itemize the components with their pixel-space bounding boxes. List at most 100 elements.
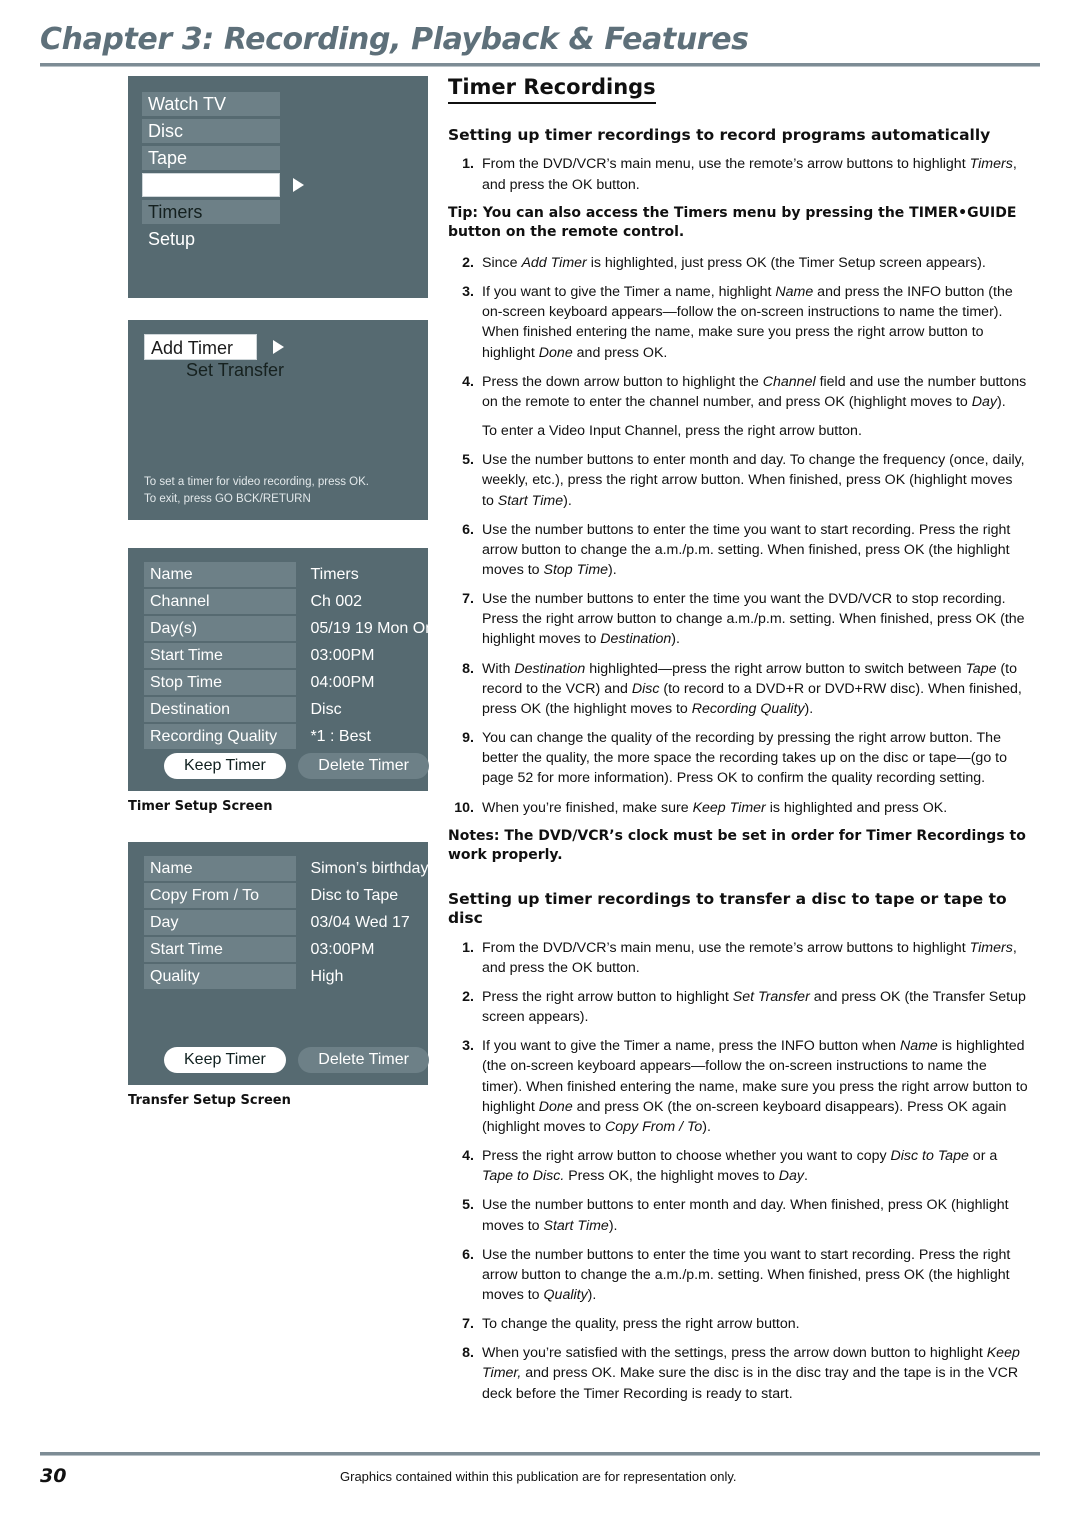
delete-timer-button[interactable]: Delete Timer <box>298 753 429 779</box>
timer-setup-buttons: Keep Timer Delete Timer <box>144 753 429 779</box>
osd-help-line-1: To set a timer for video recording, pres… <box>144 476 369 489</box>
menu-item-timers[interactable]: Timers <box>142 200 428 224</box>
steps-list-record-cont-2: 5. Use the number buttons to enter month… <box>448 450 1028 818</box>
step-number: 2. <box>462 988 474 1005</box>
clock-note: Notes: The DVD/VCR’s clock must be set i… <box>448 827 1026 864</box>
setup-row-label: Destination <box>144 697 296 722</box>
step-text: From the DVD/VCR’s main menu, use the re… <box>482 939 1017 976</box>
setup-row[interactable]: Day 03/04 Wed 17 <box>144 910 428 935</box>
step-item: 6. Use the number buttons to enter the t… <box>448 520 1028 580</box>
setup-row[interactable]: Destination Disc <box>144 697 428 722</box>
menu-item-setup[interactable]: Setup <box>142 227 428 251</box>
chevron-right-icon <box>293 178 305 192</box>
step-number: 8. <box>462 660 474 677</box>
step-text: Use the number buttons to enter the time… <box>482 591 1025 648</box>
set-transfer-button[interactable]: Set Transfer <box>186 360 284 381</box>
setup-row-value: Ch 002 <box>310 592 363 610</box>
step-number: 5. <box>462 452 474 469</box>
step-text: Since Add Timer is highlighted, just pre… <box>482 254 986 271</box>
setup-row-value: Disc to Tape <box>310 886 399 904</box>
page-number: 30 <box>40 1465 67 1487</box>
delete-timer-button[interactable]: Delete Timer <box>298 1047 429 1073</box>
menu-item-disc[interactable]: Disc <box>142 119 428 143</box>
step-text: Use the number buttons to enter month an… <box>482 452 1025 509</box>
footer-note: Graphics contained within this publicati… <box>340 1469 737 1484</box>
add-timer-button[interactable]: Add Timer <box>144 334 257 360</box>
setup-row-value: 04:00PM <box>310 673 375 691</box>
subheading-record-programs: Setting up timer recordings to record pr… <box>448 126 991 145</box>
chevron-right-icon <box>273 340 285 354</box>
setup-row-label: Day <box>144 910 296 935</box>
setup-row[interactable]: Recording Quality *1 : Best <box>144 724 428 749</box>
step-item: 5. Use the number buttons to enter month… <box>448 1195 1028 1235</box>
timers-options-row: Add Timer Set Transfer <box>144 334 428 380</box>
subheading-transfer: Setting up timer recordings to transfer … <box>448 889 1007 928</box>
step-item: 4. Press the down arrow button to highli… <box>448 372 1028 412</box>
step-text: If you want to give the Timer a name, pr… <box>482 1038 1028 1135</box>
setup-row[interactable]: Start Time 03:00PM <box>144 937 428 962</box>
step-number: 6. <box>462 521 474 538</box>
instructions-column: Timer Recordings Setting up timer record… <box>448 75 1028 1413</box>
step-number: 3. <box>462 1038 474 1055</box>
footer-content: 30 Graphics contained within this public… <box>40 1465 1040 1489</box>
keep-timer-button[interactable]: Keep Timer <box>164 1047 286 1073</box>
menu-item-label: Timers <box>142 200 280 224</box>
osd-timers-panel: Add Timer Set Transfer To set a timer fo… <box>128 320 428 520</box>
step-text: To change the quality, press the right a… <box>482 1316 800 1333</box>
transfer-setup-caption: Transfer Setup Screen <box>128 1093 291 1108</box>
setup-row[interactable]: Quality High <box>144 964 428 989</box>
setup-row-value: 03:00PM <box>310 940 375 958</box>
setup-row-label: Name <box>144 856 296 881</box>
footer-divider <box>40 1452 1040 1456</box>
step-text: When you’re finished, make sure Keep Tim… <box>482 799 948 816</box>
step-text: If you want to give the Timer a name, hi… <box>482 284 1013 361</box>
osd-help-text: To set a timer for video recording, pres… <box>144 474 369 507</box>
step-number: 7. <box>462 591 474 608</box>
setup-row-value: Disc <box>310 700 342 718</box>
step-item: 2. Press the right arrow button to highl… <box>448 987 1028 1027</box>
setup-row-label: Day(s) <box>144 616 296 641</box>
setup-row[interactable]: Name Simon’s birthday <box>144 856 428 881</box>
step-text: With Destination highlighted—press the r… <box>482 660 1022 717</box>
menu-item-selected-blank[interactable] <box>142 173 428 197</box>
setup-row-label: Recording Quality <box>144 724 296 749</box>
setup-row[interactable]: Day(s) 05/19 19 Mon Once <box>144 616 451 641</box>
header-divider <box>40 63 1040 67</box>
step-item: 10. When you’re finished, make sure Keep… <box>448 798 1028 818</box>
osd-timer-setup-panel: Name Timers Channel Ch 002 Day(s) 05/19 … <box>128 548 451 791</box>
menu-item-tape[interactable]: Tape <box>142 146 428 170</box>
menu-item-label: Watch TV <box>142 92 280 116</box>
tip-note: Tip: You can also access the Timers menu… <box>448 204 1017 241</box>
setup-row[interactable]: Start Time 03:00PM <box>144 643 428 668</box>
chapter-title: Chapter 3: Recording, Playback & Feature… <box>40 22 749 57</box>
osd-main-menu-panel: Watch TV Disc Tape Timers Setup <box>128 76 428 298</box>
step-item: 4. Press the right arrow button to choos… <box>448 1146 1028 1186</box>
step-item: 9. You can change the quality of the rec… <box>448 728 1028 788</box>
setup-row-value: *1 : Best <box>310 727 371 745</box>
step-item: 3. If you want to give the Timer a name,… <box>448 282 1028 363</box>
osd-transfer-setup-panel: Name Simon’s birthday Copy From / To Dis… <box>128 842 429 1085</box>
step-text: Use the number buttons to enter the time… <box>482 521 1011 578</box>
step-number: 1. <box>462 156 474 173</box>
setup-row-label: Name <box>144 562 296 587</box>
setup-row[interactable]: Name Timers <box>144 562 428 587</box>
step-number: 10. <box>454 799 474 816</box>
page-footer: 30 Graphics contained within this public… <box>40 1452 1040 1489</box>
setup-row[interactable]: Stop Time 04:00PM <box>144 670 428 695</box>
setup-row-value: 03/04 Wed 17 <box>310 913 410 931</box>
keep-timer-button[interactable]: Keep Timer <box>164 753 286 779</box>
setup-row[interactable]: Copy From / To Disc to Tape <box>144 883 428 908</box>
chapter-header: Chapter 3: Recording, Playback & Feature… <box>40 22 1040 67</box>
setup-row[interactable]: Channel Ch 002 <box>144 589 428 614</box>
setup-row-label: Channel <box>144 589 296 614</box>
steps-list-record-cont: 2. Since Add Timer is highlighted, just … <box>448 253 1028 412</box>
step-item: 1. From the DVD/VCR’s main menu, use the… <box>448 154 1028 194</box>
setup-row-label: Quality <box>144 964 296 989</box>
setup-spacer <box>144 991 428 1016</box>
step-number: 4. <box>462 1148 474 1165</box>
menu-item-watch-tv[interactable]: Watch TV <box>142 92 428 116</box>
menu-item-label: Tape <box>142 146 280 170</box>
osd-help-line-2: To exit, press GO BCK/RETURN <box>144 492 311 505</box>
step-item: 1. From the DVD/VCR’s main menu, use the… <box>448 938 1028 978</box>
step-number: 8. <box>462 1345 474 1362</box>
